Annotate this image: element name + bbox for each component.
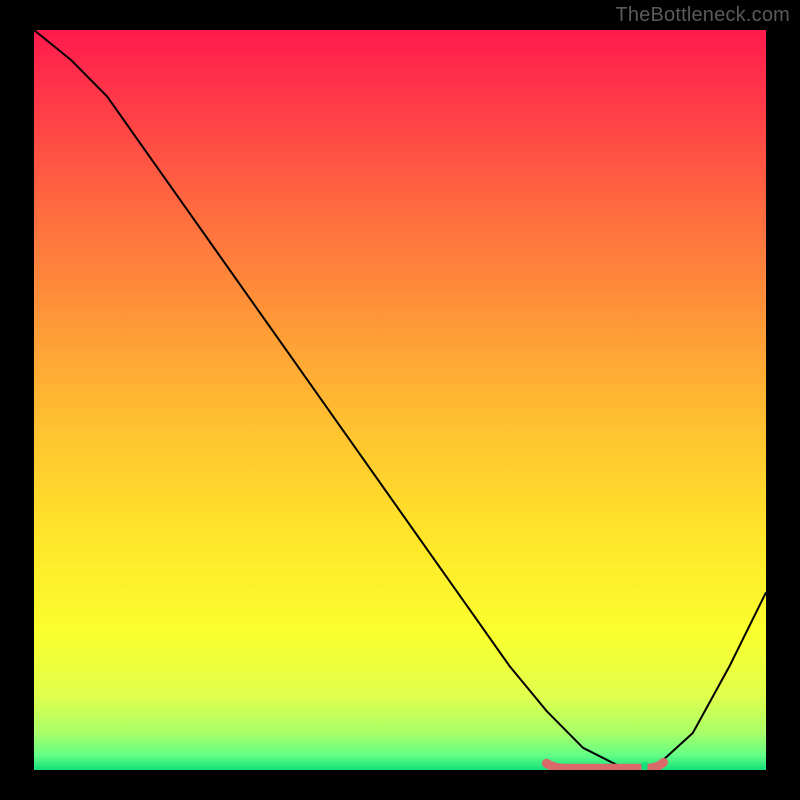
plot-area	[34, 30, 766, 770]
chart-container: TheBottleneck.com	[0, 0, 800, 800]
gradient-background	[34, 30, 766, 770]
bottleneck-chart	[34, 30, 766, 770]
watermark-text: TheBottleneck.com	[615, 4, 790, 27]
highlight-gap	[642, 762, 648, 770]
